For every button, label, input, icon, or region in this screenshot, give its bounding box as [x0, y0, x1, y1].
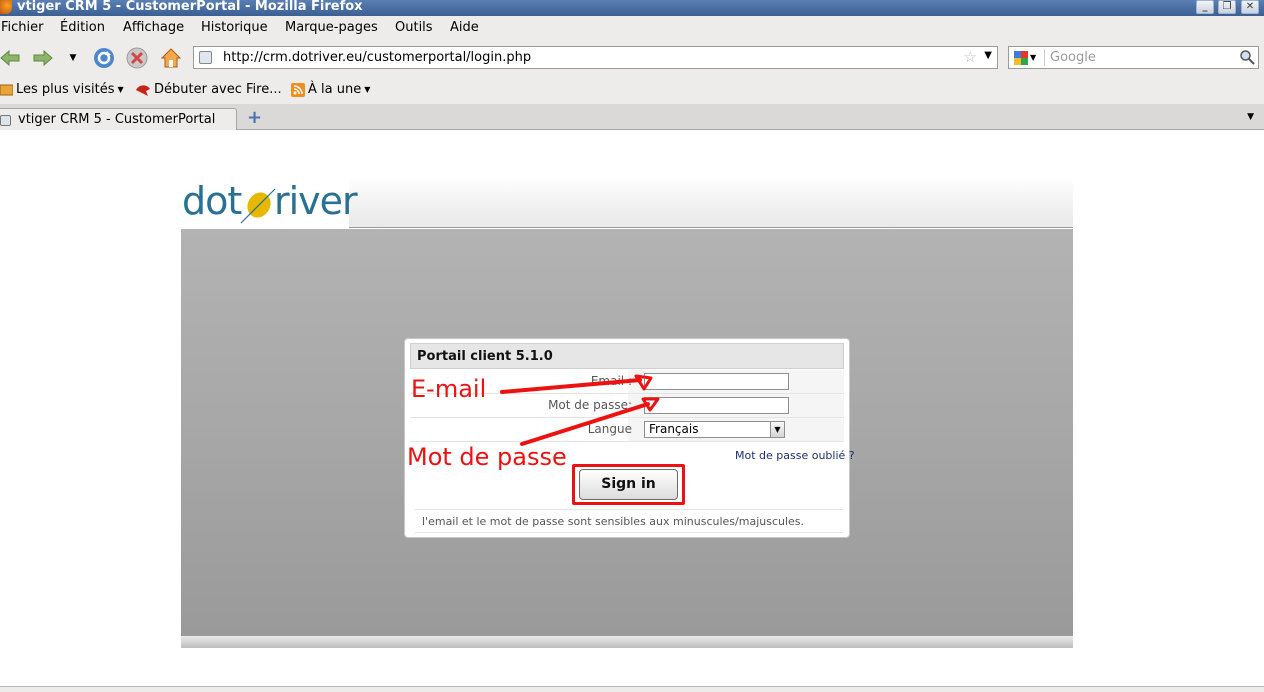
chevron-down-icon: ▼	[1030, 53, 1037, 62]
email-annotation-label: E-mail	[411, 375, 487, 403]
window-title: vtiger CRM 5 - CustomerPortal - Mozilla …	[17, 0, 363, 14]
password-annotation-label: Mot de passe	[407, 443, 567, 471]
minimize-icon[interactable]: _	[1196, 0, 1214, 14]
close-icon[interactable]: ✕	[1241, 0, 1259, 14]
content-footer-strip	[181, 636, 1073, 648]
bookmark-getting-started[interactable]: Débuter avec Fire...	[135, 82, 282, 97]
stop-icon[interactable]	[125, 46, 149, 70]
panel-header: Portail client 5.1.0	[410, 343, 844, 369]
tab-customer-portal[interactable]: vtiger CRM 5 - CustomerPortal	[0, 108, 237, 130]
search-bar[interactable]: ▼ Google	[1008, 46, 1259, 69]
menu-item-tools[interactable]: Outils	[395, 20, 433, 35]
forward-arrow-icon[interactable]	[32, 47, 54, 69]
logo-text-dot: dot	[182, 179, 242, 223]
status-bar	[0, 686, 1264, 692]
search-input[interactable]: Google	[1050, 50, 1096, 65]
email-label: Email :	[590, 374, 632, 388]
bookmark-most-visited[interactable]: Les plus visités ▼	[0, 82, 124, 97]
home-icon[interactable]	[159, 46, 183, 70]
maximize-icon[interactable]: ❐	[1218, 0, 1236, 14]
search-engine-selector[interactable]: ▼	[1011, 49, 1045, 66]
menu-item-history[interactable]: Historique	[201, 20, 268, 35]
login-panel: Portail client 5.1.0 Email : Mot de pass…	[404, 338, 855, 538]
bookmark-label: À la une	[308, 82, 362, 97]
menu-item-view[interactable]: Affichage	[123, 20, 184, 35]
signin-button[interactable]: Sign in	[579, 469, 678, 500]
logo-swirl-icon	[240, 188, 276, 224]
panel-title: Portail client 5.1.0	[417, 349, 553, 364]
history-dropdown-icon[interactable]: ▼	[66, 50, 80, 66]
language-select[interactable]: Français ▼	[644, 421, 785, 438]
language-row: Langue Français ▼	[410, 418, 844, 442]
email-field[interactable]	[644, 373, 789, 390]
note-text: l'email et le mot de passe sont sensible…	[422, 515, 805, 528]
bookmark-headlines[interactable]: À la une ▼	[291, 82, 370, 97]
chevron-down-icon[interactable]: ▼	[770, 422, 784, 437]
bookmark-star-icon[interactable]: ☆	[964, 48, 977, 66]
red-bird-icon	[136, 84, 150, 96]
reload-icon[interactable]	[92, 46, 116, 70]
menu-item-edit[interactable]: Édition	[60, 20, 105, 35]
menu-bar: Fichier Édition Affichage Historique Mar…	[0, 16, 1264, 42]
url-dropdown-icon[interactable]: ▼	[984, 50, 992, 61]
forgot-password-link[interactable]: Mot de passe oublié ?	[735, 449, 855, 462]
case-sensitivity-note: l'email et le mot de passe sont sensible…	[415, 509, 843, 533]
new-tab-plus-icon[interactable]: +	[247, 109, 263, 127]
tab-bar: vtiger CRM 5 - CustomerPortal + ▼	[0, 104, 1264, 130]
folder-icon	[0, 84, 13, 96]
chevron-down-icon: ▼	[117, 85, 124, 94]
navigation-toolbar: ▼ http://crm.dotriver.eu/customerportal/…	[0, 42, 1264, 74]
password-field[interactable]	[644, 397, 789, 414]
page-favicon-icon	[0, 115, 11, 126]
tab-list-dropdown-icon[interactable]: ▼	[1247, 112, 1254, 122]
language-selected-value: Français	[649, 422, 699, 436]
search-icon[interactable]	[1239, 49, 1255, 69]
language-label: Langue	[587, 422, 632, 436]
menu-item-help[interactable]: Aide	[450, 20, 479, 35]
rss-feed-icon	[291, 82, 305, 97]
bookmarks-toolbar: Les plus visités ▼ Débuter avec Fire... …	[0, 74, 1264, 104]
page-content: dot river Portail client 5.1.0 Email : M…	[0, 130, 1264, 686]
logo-text-river: river	[274, 179, 358, 223]
dotriver-logo: dot river	[181, 178, 358, 228]
address-bar[interactable]: http://crm.dotriver.eu/customerportal/lo…	[193, 46, 998, 69]
password-label: Mot de passe:	[548, 398, 632, 412]
google-icon	[1014, 50, 1028, 65]
tab-label: vtiger CRM 5 - CustomerPortal	[18, 112, 216, 127]
window-title-bar: vtiger CRM 5 - CustomerPortal - Mozilla …	[0, 0, 1264, 16]
firefox-icon	[0, 0, 12, 14]
page-favicon-icon	[199, 51, 212, 64]
url-text[interactable]: http://crm.dotriver.eu/customerportal/lo…	[223, 50, 531, 65]
back-arrow-icon[interactable]	[0, 47, 20, 69]
bookmark-label: Débuter avec Fire...	[154, 82, 282, 97]
header-banner: dot river	[181, 178, 1073, 228]
chevron-down-icon: ▼	[364, 85, 371, 94]
menu-item-bookmarks[interactable]: Marque-pages	[285, 20, 378, 35]
menu-item-file[interactable]: Fichier	[1, 20, 44, 35]
bookmark-label: Les plus visités	[16, 82, 115, 97]
